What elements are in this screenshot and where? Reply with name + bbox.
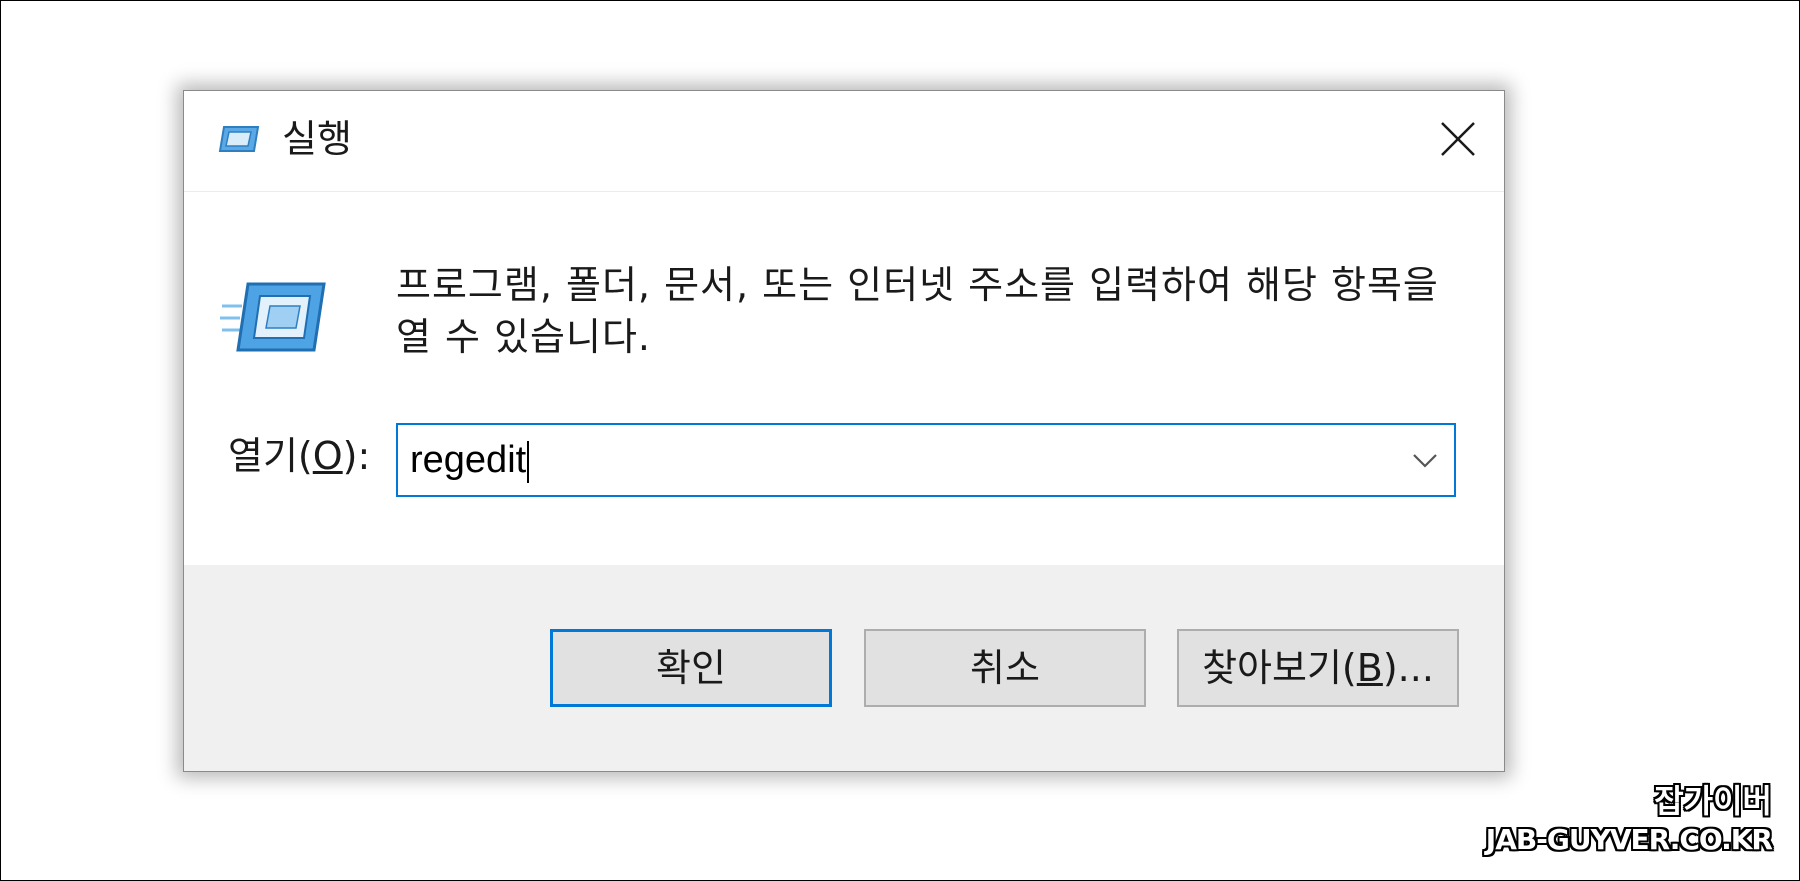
title-bar: 실행 [184, 91, 1504, 192]
run-icon [220, 276, 328, 358]
browse-button[interactable]: 찾아보기(B)... [1177, 629, 1459, 707]
close-icon [1441, 122, 1475, 156]
open-input[interactable]: regedit [410, 433, 1360, 487]
ok-button[interactable]: 확인 [550, 629, 832, 707]
watermark-url: JAB-GUYVER.CO.KR [1485, 823, 1773, 856]
watermark: 잡가이버 JAB-GUYVER.CO.KR [1485, 781, 1773, 859]
open-label: 열기(O): [228, 434, 371, 478]
chevron-down-icon[interactable] [1410, 447, 1440, 473]
button-area: 확인 취소 찾아보기(B)... [184, 565, 1504, 771]
run-dialog: 실행 프로그램, 폴더, 문서, 또는 인터넷 주소를 입력하여 해당 항목을 … [183, 90, 1505, 772]
run-icon [214, 121, 262, 157]
instruction-text: 프로그램, 폴더, 문서, 또는 인터넷 주소를 입력하여 해당 항목을 열 수… [396, 263, 1439, 359]
watermark-name: 잡가이버 [1654, 782, 1772, 820]
window-title: 실행 [282, 117, 352, 161]
open-combobox[interactable]: regedit [396, 423, 1456, 497]
cancel-button[interactable]: 취소 [864, 629, 1146, 707]
close-button[interactable] [1430, 111, 1486, 167]
text-caret [527, 440, 530, 483]
